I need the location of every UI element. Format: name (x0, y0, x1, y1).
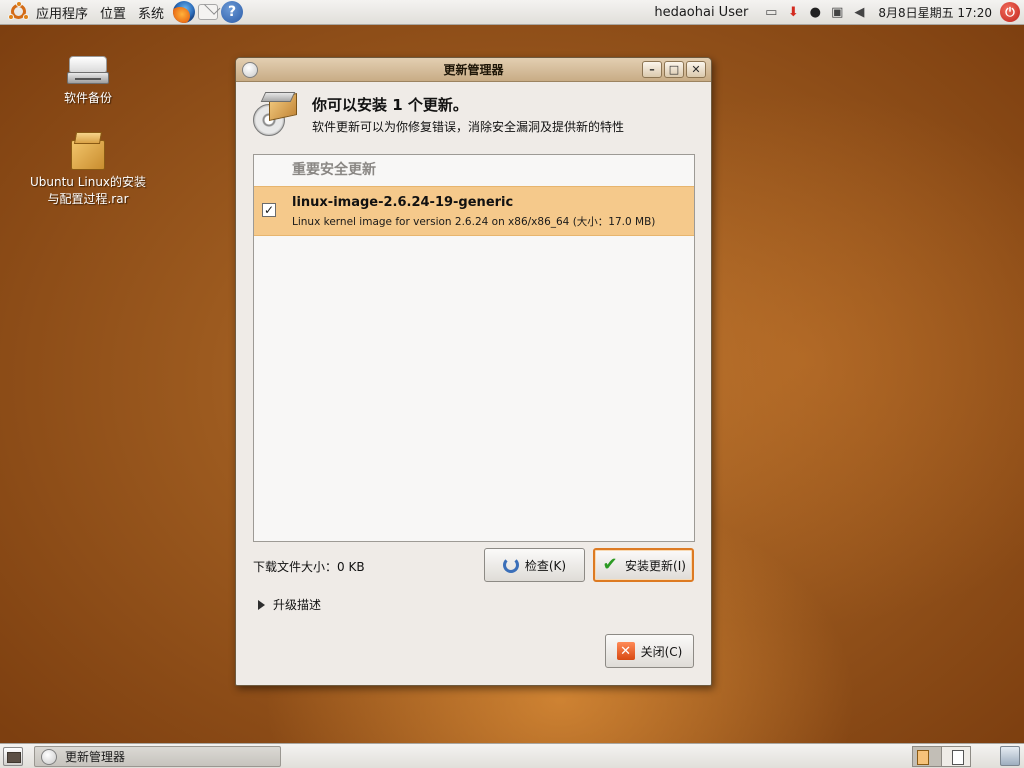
user-switcher[interactable]: hedaohai User (648, 5, 760, 20)
top-panel-right: hedaohai User ▭ ⬇ ● ▣ ◀ 8月8日星期五 17:20 ⏻ (648, 0, 1024, 25)
install-button-label: 安装更新(I) (625, 558, 686, 573)
clock[interactable]: 8月8日星期五 17:20 (870, 4, 1000, 21)
archive-icon (71, 132, 105, 170)
download-size: 下载文件大小：0 KB (253, 560, 365, 574)
desktop-icon-backup[interactable]: 软件备份 (23, 52, 153, 107)
update-notifier-icon[interactable]: ⬇ (784, 3, 802, 21)
top-panel: 应用程序 位置 系统 ? hedaohai User ▭ ⬇ ● ▣ ◀ 8月8… (0, 0, 1024, 25)
update-manager-icon (41, 748, 57, 765)
update-name: linux-image-2.6.24-19-generic (292, 195, 514, 210)
desktop-icon-label: Ubuntu Linux的安装与配置过程.rar (29, 175, 147, 206)
close-x-icon: ✕ (616, 642, 635, 660)
ubuntu-logo-icon[interactable] (8, 1, 30, 23)
description-expander[interactable]: 升级描述 (258, 596, 321, 613)
menu-system[interactable]: 系统 (132, 3, 170, 22)
window-title: 更新管理器 (443, 63, 504, 77)
check-button[interactable]: 检查(K) (484, 548, 585, 582)
menu-applications[interactable]: 应用程序 (30, 3, 94, 22)
update-list[interactable]: 重要安全更新 ✓ linux-image-2.6.24-19-generic L… (253, 154, 695, 542)
window-menu-icon[interactable] (242, 62, 258, 78)
bottom-panel: 更新管理器 (0, 743, 1024, 768)
desktop-icon-label: 软件备份 (63, 91, 112, 105)
headline: 你可以安装 1 个更新。 (312, 96, 468, 114)
update-description: Linux kernel image for version 2.6.24 on… (292, 216, 656, 228)
volume-icon[interactable]: ◀ (850, 3, 868, 21)
update-checkbox[interactable]: ✓ (262, 203, 276, 217)
drive-icon (67, 56, 109, 86)
window-controls: – □ ✕ (642, 61, 706, 78)
taskbar-item-update-manager[interactable]: 更新管理器 (34, 746, 281, 767)
update-row[interactable]: ✓ linux-image-2.6.24-19-generic Linux ke… (254, 186, 694, 236)
menu-places[interactable]: 位置 (94, 3, 132, 22)
header-area (236, 82, 711, 146)
close-icon[interactable]: ✕ (686, 61, 706, 78)
subline: 软件更新可以为你修复错误，消除安全漏洞及提供新的特性 (312, 120, 625, 134)
check-button-label: 检查(K) (524, 558, 567, 573)
update-manager-window: 更新管理器 – □ ✕ 你可以安装 1 个更新。 软件更新可以为你修复错误，消除… (235, 57, 712, 686)
expander-label: 升级描述 (273, 598, 322, 612)
close-button-label: 关闭(C) (640, 644, 683, 659)
desktop-icon-archive[interactable]: Ubuntu Linux的安装与配置过程.rar (23, 132, 153, 208)
mail-icon[interactable] (198, 4, 219, 20)
qq-penguin-icon[interactable]: ● (806, 3, 824, 21)
minimize-icon[interactable]: – (642, 61, 662, 78)
group-header: 重要安全更新 (292, 162, 376, 178)
network-icon[interactable]: ▣ (828, 3, 846, 21)
software-update-icon (253, 92, 299, 136)
help-icon[interactable]: ? (221, 1, 244, 23)
workspace-2[interactable] (941, 746, 971, 767)
show-desktop-icon[interactable] (3, 747, 23, 766)
close-button[interactable]: ✕ 关闭(C) (605, 634, 694, 668)
printer-icon[interactable]: ▭ (762, 3, 780, 21)
firefox-icon[interactable] (173, 1, 196, 23)
task-label: 更新管理器 (65, 750, 126, 764)
refresh-icon (502, 557, 519, 573)
window-titlebar[interactable]: 更新管理器 – □ ✕ (236, 58, 711, 82)
checkmark-icon: ✔ (602, 554, 618, 575)
power-icon[interactable]: ⏻ (1000, 2, 1020, 22)
trash-icon[interactable] (1000, 746, 1020, 766)
maximize-icon[interactable]: □ (664, 61, 684, 78)
expander-triangle-icon (258, 599, 265, 610)
install-updates-button[interactable]: ✔ 安装更新(I) (593, 548, 694, 582)
workspace-1[interactable] (912, 746, 942, 767)
